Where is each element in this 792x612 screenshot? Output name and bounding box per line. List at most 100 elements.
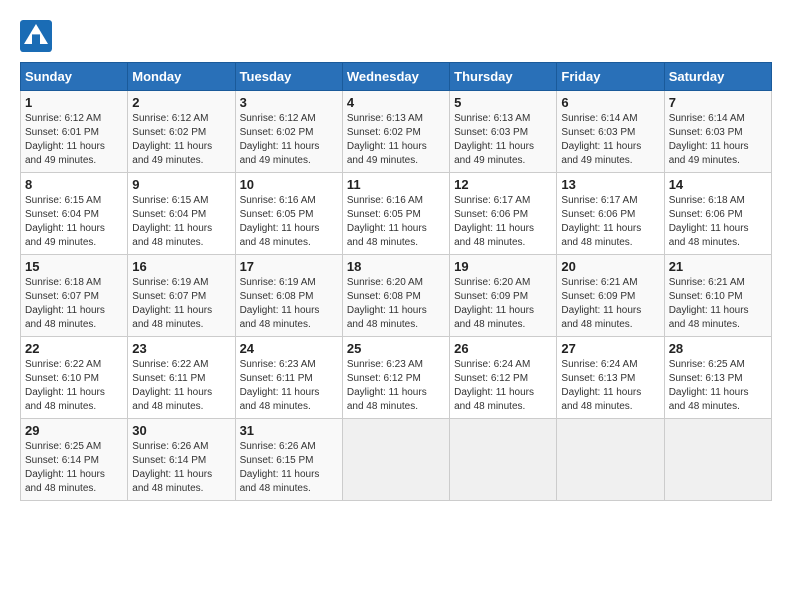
day-number: 17 <box>240 259 338 274</box>
day-number: 2 <box>132 95 230 110</box>
day-detail: Sunrise: 6:17 AM Sunset: 6:06 PM Dayligh… <box>454 194 552 250</box>
day-number: 24 <box>240 341 338 356</box>
weekday-header-saturday: Saturday <box>664 63 771 91</box>
day-detail: Sunrise: 6:12 AM Sunset: 6:02 PM Dayligh… <box>132 112 230 168</box>
day-number: 18 <box>347 259 445 274</box>
weekday-header-wednesday: Wednesday <box>342 63 449 91</box>
day-detail: Sunrise: 6:16 AM Sunset: 6:05 PM Dayligh… <box>347 194 445 250</box>
logo-icon <box>20 20 52 52</box>
day-number: 11 <box>347 177 445 192</box>
calendar-cell: 13 Sunrise: 6:17 AM Sunset: 6:06 PM Dayl… <box>557 173 664 255</box>
calendar-cell: 18 Sunrise: 6:20 AM Sunset: 6:08 PM Dayl… <box>342 255 449 337</box>
calendar-cell: 14 Sunrise: 6:18 AM Sunset: 6:06 PM Dayl… <box>664 173 771 255</box>
day-number: 27 <box>561 341 659 356</box>
day-number: 22 <box>25 341 123 356</box>
weekday-header-friday: Friday <box>557 63 664 91</box>
day-number: 21 <box>669 259 767 274</box>
day-detail: Sunrise: 6:20 AM Sunset: 6:09 PM Dayligh… <box>454 276 552 332</box>
calendar-cell <box>342 419 449 501</box>
calendar-cell: 23 Sunrise: 6:22 AM Sunset: 6:11 PM Dayl… <box>128 337 235 419</box>
calendar-cell: 9 Sunrise: 6:15 AM Sunset: 6:04 PM Dayli… <box>128 173 235 255</box>
calendar-cell: 8 Sunrise: 6:15 AM Sunset: 6:04 PM Dayli… <box>21 173 128 255</box>
day-detail: Sunrise: 6:12 AM Sunset: 6:01 PM Dayligh… <box>25 112 123 168</box>
day-detail: Sunrise: 6:22 AM Sunset: 6:11 PM Dayligh… <box>132 358 230 414</box>
day-detail: Sunrise: 6:13 AM Sunset: 6:03 PM Dayligh… <box>454 112 552 168</box>
calendar-cell: 2 Sunrise: 6:12 AM Sunset: 6:02 PM Dayli… <box>128 91 235 173</box>
day-number: 20 <box>561 259 659 274</box>
day-number: 4 <box>347 95 445 110</box>
day-detail: Sunrise: 6:25 AM Sunset: 6:14 PM Dayligh… <box>25 440 123 496</box>
day-detail: Sunrise: 6:24 AM Sunset: 6:13 PM Dayligh… <box>561 358 659 414</box>
day-detail: Sunrise: 6:18 AM Sunset: 6:06 PM Dayligh… <box>669 194 767 250</box>
day-detail: Sunrise: 6:21 AM Sunset: 6:10 PM Dayligh… <box>669 276 767 332</box>
calendar-cell: 30 Sunrise: 6:26 AM Sunset: 6:14 PM Dayl… <box>128 419 235 501</box>
day-detail: Sunrise: 6:24 AM Sunset: 6:12 PM Dayligh… <box>454 358 552 414</box>
calendar-cell <box>557 419 664 501</box>
day-number: 26 <box>454 341 552 356</box>
day-detail: Sunrise: 6:14 AM Sunset: 6:03 PM Dayligh… <box>669 112 767 168</box>
day-number: 13 <box>561 177 659 192</box>
calendar-cell: 3 Sunrise: 6:12 AM Sunset: 6:02 PM Dayli… <box>235 91 342 173</box>
day-number: 25 <box>347 341 445 356</box>
calendar-cell: 16 Sunrise: 6:19 AM Sunset: 6:07 PM Dayl… <box>128 255 235 337</box>
day-number: 31 <box>240 423 338 438</box>
calendar-cell: 25 Sunrise: 6:23 AM Sunset: 6:12 PM Dayl… <box>342 337 449 419</box>
calendar-cell: 28 Sunrise: 6:25 AM Sunset: 6:13 PM Dayl… <box>664 337 771 419</box>
day-number: 23 <box>132 341 230 356</box>
calendar-cell: 19 Sunrise: 6:20 AM Sunset: 6:09 PM Dayl… <box>450 255 557 337</box>
calendar-cell: 31 Sunrise: 6:26 AM Sunset: 6:15 PM Dayl… <box>235 419 342 501</box>
calendar-cell: 20 Sunrise: 6:21 AM Sunset: 6:09 PM Dayl… <box>557 255 664 337</box>
day-number: 7 <box>669 95 767 110</box>
calendar-cell <box>450 419 557 501</box>
day-number: 16 <box>132 259 230 274</box>
calendar-cell: 7 Sunrise: 6:14 AM Sunset: 6:03 PM Dayli… <box>664 91 771 173</box>
day-detail: Sunrise: 6:23 AM Sunset: 6:12 PM Dayligh… <box>347 358 445 414</box>
calendar-cell: 10 Sunrise: 6:16 AM Sunset: 6:05 PM Dayl… <box>235 173 342 255</box>
calendar-cell: 22 Sunrise: 6:22 AM Sunset: 6:10 PM Dayl… <box>21 337 128 419</box>
weekday-header-thursday: Thursday <box>450 63 557 91</box>
day-number: 6 <box>561 95 659 110</box>
day-number: 28 <box>669 341 767 356</box>
day-detail: Sunrise: 6:14 AM Sunset: 6:03 PM Dayligh… <box>561 112 659 168</box>
day-number: 29 <box>25 423 123 438</box>
calendar-cell: 5 Sunrise: 6:13 AM Sunset: 6:03 PM Dayli… <box>450 91 557 173</box>
day-detail: Sunrise: 6:22 AM Sunset: 6:10 PM Dayligh… <box>25 358 123 414</box>
day-number: 15 <box>25 259 123 274</box>
day-number: 1 <box>25 95 123 110</box>
day-detail: Sunrise: 6:18 AM Sunset: 6:07 PM Dayligh… <box>25 276 123 332</box>
day-detail: Sunrise: 6:23 AM Sunset: 6:11 PM Dayligh… <box>240 358 338 414</box>
calendar-cell: 1 Sunrise: 6:12 AM Sunset: 6:01 PM Dayli… <box>21 91 128 173</box>
day-detail: Sunrise: 6:19 AM Sunset: 6:07 PM Dayligh… <box>132 276 230 332</box>
day-detail: Sunrise: 6:15 AM Sunset: 6:04 PM Dayligh… <box>132 194 230 250</box>
day-number: 14 <box>669 177 767 192</box>
day-detail: Sunrise: 6:17 AM Sunset: 6:06 PM Dayligh… <box>561 194 659 250</box>
day-detail: Sunrise: 6:21 AM Sunset: 6:09 PM Dayligh… <box>561 276 659 332</box>
calendar-cell: 27 Sunrise: 6:24 AM Sunset: 6:13 PM Dayl… <box>557 337 664 419</box>
day-detail: Sunrise: 6:25 AM Sunset: 6:13 PM Dayligh… <box>669 358 767 414</box>
calendar-cell: 6 Sunrise: 6:14 AM Sunset: 6:03 PM Dayli… <box>557 91 664 173</box>
calendar-cell: 4 Sunrise: 6:13 AM Sunset: 6:02 PM Dayli… <box>342 91 449 173</box>
day-detail: Sunrise: 6:26 AM Sunset: 6:15 PM Dayligh… <box>240 440 338 496</box>
weekday-header-monday: Monday <box>128 63 235 91</box>
day-detail: Sunrise: 6:13 AM Sunset: 6:02 PM Dayligh… <box>347 112 445 168</box>
day-detail: Sunrise: 6:20 AM Sunset: 6:08 PM Dayligh… <box>347 276 445 332</box>
logo <box>20 20 56 52</box>
day-number: 9 <box>132 177 230 192</box>
calendar-table: SundayMondayTuesdayWednesdayThursdayFrid… <box>20 62 772 501</box>
weekday-header-tuesday: Tuesday <box>235 63 342 91</box>
calendar-cell: 11 Sunrise: 6:16 AM Sunset: 6:05 PM Dayl… <box>342 173 449 255</box>
page-header <box>20 20 772 52</box>
calendar-cell: 12 Sunrise: 6:17 AM Sunset: 6:06 PM Dayl… <box>450 173 557 255</box>
day-number: 19 <box>454 259 552 274</box>
day-number: 8 <box>25 177 123 192</box>
day-number: 10 <box>240 177 338 192</box>
calendar-cell: 17 Sunrise: 6:19 AM Sunset: 6:08 PM Dayl… <box>235 255 342 337</box>
day-number: 12 <box>454 177 552 192</box>
day-detail: Sunrise: 6:12 AM Sunset: 6:02 PM Dayligh… <box>240 112 338 168</box>
calendar-cell: 26 Sunrise: 6:24 AM Sunset: 6:12 PM Dayl… <box>450 337 557 419</box>
calendar-cell <box>664 419 771 501</box>
day-detail: Sunrise: 6:26 AM Sunset: 6:14 PM Dayligh… <box>132 440 230 496</box>
calendar-cell: 29 Sunrise: 6:25 AM Sunset: 6:14 PM Dayl… <box>21 419 128 501</box>
day-detail: Sunrise: 6:19 AM Sunset: 6:08 PM Dayligh… <box>240 276 338 332</box>
weekday-header-sunday: Sunday <box>21 63 128 91</box>
